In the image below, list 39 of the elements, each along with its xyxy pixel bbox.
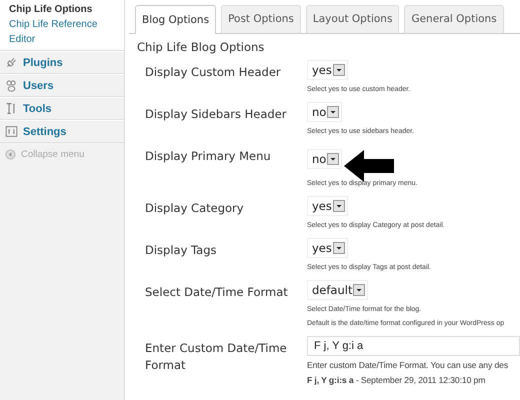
section-heading: Chip Life Blog Options [137, 40, 266, 54]
submenu-link[interactable]: Chip Life Reference [0, 18, 124, 33]
menu-item[interactable]: Users [0, 74, 124, 97]
select-dropdown[interactable]: no [307, 149, 342, 169]
option-label: Display Category [145, 200, 245, 217]
users-icon [5, 79, 18, 92]
menu-item[interactable]: Tools [0, 97, 124, 120]
help-text: F j, Y g:i:s a - September 29, 2011 12:30:10 pm [307, 374, 486, 386]
input-field[interactable]: F j, Y g:i a [307, 336, 520, 356]
tab[interactable]: Layout Options [306, 5, 400, 33]
submenu-link[interactable]: Editor [0, 33, 124, 48]
select-dropdown[interactable]: yes [307, 196, 348, 216]
caret-icon [332, 200, 345, 212]
help-text: Enter custom Date/Time Format. You can use any des [307, 359, 510, 371]
option-label: Display Tags [145, 242, 218, 259]
caret-icon [327, 153, 340, 165]
menu-item[interactable]: Plugins [0, 51, 124, 74]
caret-icon [332, 64, 345, 76]
settings-icon [5, 125, 18, 138]
tab[interactable]: General Options [404, 5, 504, 33]
select-dropdown[interactable]: yes [307, 238, 348, 258]
menu-item[interactable]: Settings [0, 120, 124, 143]
tab[interactable]: Post Options [221, 5, 301, 33]
select-dropdown[interactable]: default [307, 280, 368, 300]
tools-icon [5, 102, 18, 115]
caret-icon [353, 284, 366, 296]
caret-icon [327, 106, 340, 118]
submenu-link[interactable]: Chip Life Options [0, 3, 124, 18]
caret-icon [332, 242, 345, 254]
option-label: Enter Custom Date/Time Format [145, 340, 288, 374]
select-dropdown[interactable]: no [307, 102, 342, 122]
tab[interactable]: Blog Options [135, 5, 216, 34]
option-label: Display Primary Menu [145, 148, 272, 165]
option-label: Display Custom Header [145, 64, 282, 81]
option-label: Display Sidebars Header [145, 106, 288, 123]
collapse-icon [5, 149, 16, 160]
option-label: Select Date/Time Format [145, 284, 289, 301]
plug-icon [5, 56, 18, 69]
select-dropdown[interactable]: yes [307, 60, 348, 80]
